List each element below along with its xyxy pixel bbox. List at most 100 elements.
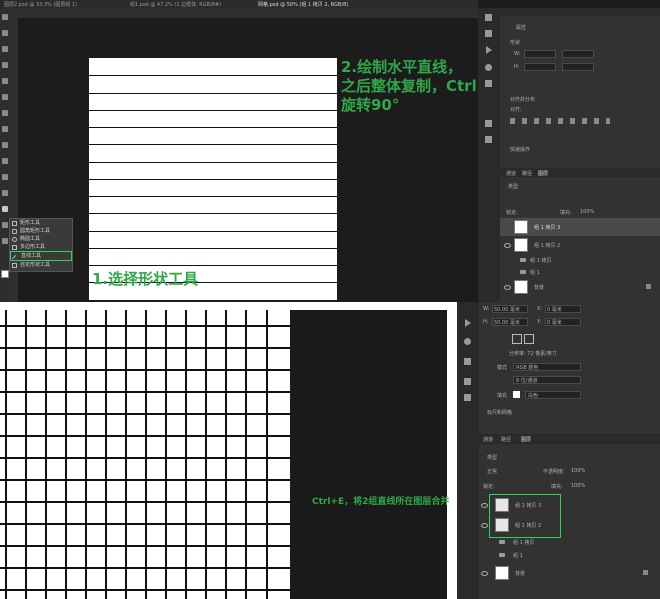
horizontal-line-3 [89,110,337,112]
tab-layers[interactable]: 图层 [521,436,531,443]
layer-filter-type[interactable]: 类型 [487,454,497,461]
document-tab-1[interactable]: 图层2.psd @ 33.3% (图层组 1) [4,1,77,8]
quick-actions-label: 快速操作 [510,147,531,153]
x-input[interactable] [562,50,594,58]
stamp-tool-icon[interactable] [2,110,8,116]
marquee-tool-icon[interactable] [2,30,8,36]
paragraph-icon[interactable] [464,394,471,401]
fill-color-swatch[interactable] [513,391,520,398]
paragraph-icon[interactable] [485,136,492,143]
eraser-tool-icon[interactable] [2,126,8,132]
hand-tool-icon[interactable] [2,222,8,228]
grid-vertical-line [245,310,247,599]
rulers-grid-label[interactable]: 标尺和网格 [487,409,512,416]
striped-canvas-document [89,58,337,300]
ellipse-tool-item[interactable]: 椭圆工具 [10,235,72,243]
grid-vertical-line [145,310,147,599]
width-input[interactable]: 50.00 毫米 [492,305,528,313]
layer-row-copy-3[interactable]: 组 1 拷贝 3 [500,218,660,236]
tab-channels[interactable]: 通道 [483,436,493,443]
horizontal-line-8 [89,196,337,198]
clone-source-icon[interactable] [464,338,471,345]
play-actions-icon[interactable] [486,46,492,54]
move-tool-icon[interactable] [2,14,8,20]
grid-canvas-surround [290,310,447,599]
brush-settings-icon[interactable] [485,30,492,37]
width-input[interactable] [524,50,556,58]
pen-tool-icon[interactable] [2,158,8,164]
gradient-tool-icon[interactable] [2,142,8,148]
layer-row-background[interactable]: 背景 [479,564,660,582]
image-size-icon[interactable] [524,334,534,344]
tools-preset-icon[interactable] [464,358,471,365]
clone-source-icon[interactable] [485,64,492,71]
path-select-tool-icon[interactable] [2,190,8,196]
fill-label: 填充 [497,393,508,399]
document-tab-3[interactable]: 网格.psd @ 50% (组 1 拷贝 2, RGB/8) [258,1,348,8]
layer-row-group-copy[interactable]: 组 1 拷贝 [500,254,660,266]
rounded-rectangle-tool-item[interactable]: 圆角矩形工具 [10,227,72,235]
height-input[interactable] [524,63,556,71]
grid-vertical-line [225,310,227,599]
fill-value[interactable]: 100% [571,483,585,489]
tools-preset-icon[interactable] [485,80,492,87]
eyedropper-tool-icon[interactable] [2,78,8,84]
character-icon[interactable] [485,120,492,127]
bit-depth-select[interactable]: 8 位/通道 [513,376,581,384]
tab-paths[interactable]: 路径 [501,436,511,443]
brush-tool-icon[interactable] [2,94,8,100]
layer-row-copy-2[interactable]: 组 1 拷贝 2 [479,516,660,534]
opacity-value[interactable]: 100% [571,468,585,474]
y-input[interactable] [562,63,594,71]
layer-row-group-1[interactable]: 组 1 [500,266,660,278]
layer-row-group-copy[interactable]: 组 1 拷贝 [479,536,660,548]
shape-tool-icon[interactable] [2,206,8,212]
tab-layers[interactable]: 图层 [538,170,548,177]
crop-tool-icon[interactable] [2,62,8,68]
grid-horizontal-line [0,523,290,525]
shape-tool-flyout-menu: 矩形工具 圆角矩形工具 椭圆工具 多边形工具 直线工具 自定形状工具 [9,218,73,272]
ellipse-icon [12,236,17,242]
tab-paths[interactable]: 路径 [522,170,532,177]
align-buttons-row[interactable] [510,118,610,124]
height-input[interactable]: 50.00 毫米 [492,318,528,326]
layer-thumbnail [514,238,528,252]
fill-label: 填充: [551,484,563,490]
polygon-tool-item[interactable]: 多边形工具 [10,243,72,251]
type-tool-icon[interactable] [2,174,8,180]
horizontal-line-6 [89,162,337,164]
rectangle-tool-item[interactable]: 矩形工具 [10,219,72,227]
layer-row-group-1[interactable]: 组 1 [479,549,660,561]
character-icon[interactable] [464,378,471,385]
grid-horizontal-line [0,391,290,393]
layer-row-background[interactable]: 背景 [500,278,660,296]
fill-select[interactable]: 白色 [525,391,581,399]
grid-horizontal-line [0,545,290,547]
eye-icon[interactable] [504,243,511,248]
document-tab-2[interactable]: 组1.psd @ 47.2% (1 边框体, RGB/8#) [130,1,221,8]
layer-filter-type[interactable]: 类型 [508,183,518,190]
play-actions-icon[interactable] [465,319,471,327]
align-sublabel: 对齐: [510,107,522,113]
line-tool-item[interactable]: 直线工具 [10,251,72,263]
eye-icon[interactable] [504,285,511,290]
layer-row-copy-3[interactable]: 组 1 拷贝 3 [479,496,660,514]
eye-icon[interactable] [481,503,488,508]
canvas-size-icon[interactable] [512,334,522,344]
blend-mode-select[interactable]: 正常 [487,468,497,475]
width-label: W: [514,51,521,57]
eye-icon[interactable] [481,523,488,528]
y-input[interactable]: 0 毫米 [545,318,581,326]
fill-value[interactable]: 100% [580,209,594,215]
lasso-tool-icon[interactable] [2,46,8,52]
height-label: H: [483,319,489,325]
x-input[interactable]: 0 毫米 [545,305,581,313]
foreground-color-swatch[interactable] [1,270,9,278]
layer-row-copy-2[interactable]: 组 1 拷贝 2 [500,236,660,254]
custom-shape-tool-item[interactable]: 自定形状工具 [10,261,72,269]
eye-icon[interactable] [481,571,488,576]
zoom-tool-icon[interactable] [2,238,8,244]
tab-channels[interactable]: 通道 [506,170,516,177]
mode-select[interactable]: RGB 颜色 [513,363,581,371]
history-icon[interactable] [485,14,492,21]
